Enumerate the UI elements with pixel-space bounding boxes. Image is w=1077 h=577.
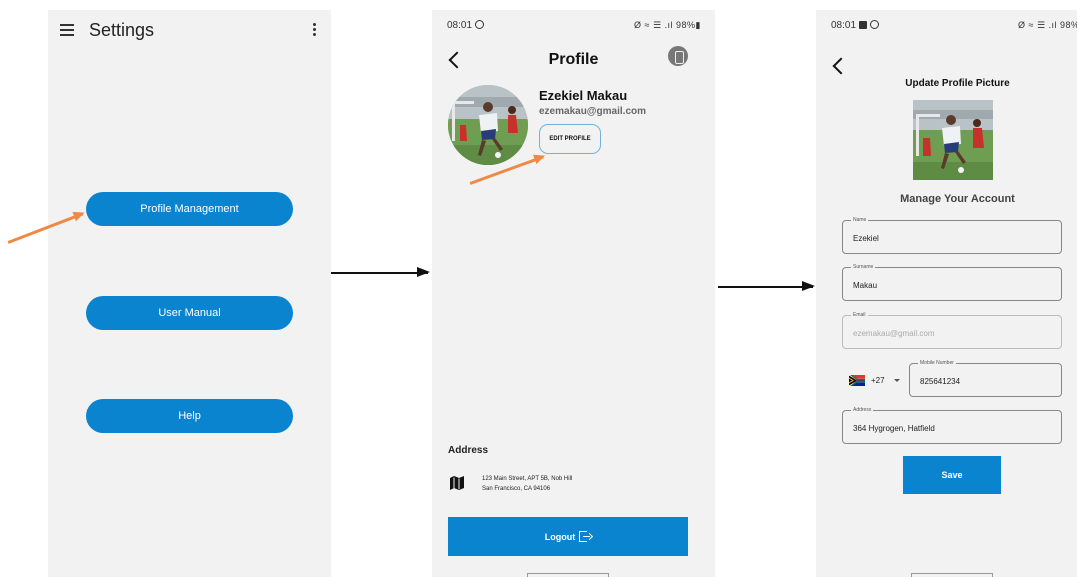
- status-icons: Ø ≈ ☰ .ıl 98%▮: [634, 20, 701, 30]
- profile-picture[interactable]: [913, 100, 993, 180]
- edit-profile-button[interactable]: EDIT PROFILE: [539, 124, 601, 154]
- mobile-number-field-value: 825641234: [920, 377, 961, 386]
- dial-code[interactable]: +27: [871, 376, 885, 385]
- football-photo: [913, 100, 993, 180]
- address-field[interactable]: Address 364 Hygrogen, Hatfield: [842, 406, 1062, 444]
- address-line-2: San Francisco, CA 94106: [482, 486, 551, 492]
- map-icon: [450, 476, 464, 490]
- status-bar: 08:01 Ø ≈ ☰ .ıl 98%▮: [432, 10, 715, 40]
- phone-icon[interactable]: [668, 46, 688, 66]
- name-field-label: Name: [851, 216, 869, 224]
- update-profile-screen: 08:01 Ø ≈ ☰ .ıl 98%▮ Update Profile Pict…: [816, 10, 1077, 577]
- status-bar: 08:01 Ø ≈ ☰ .ıl 98%▮: [816, 10, 1077, 40]
- profile-screen: 08:01 Ø ≈ ☰ .ıl 98%▮ Profile Ezekiel Mak…: [432, 10, 715, 577]
- profile-email: ezemakau@gmail.com: [539, 106, 647, 117]
- help-button[interactable]: Help: [86, 399, 293, 433]
- flow-arrow-2: [718, 282, 815, 290]
- south-africa-flag-icon[interactable]: [849, 375, 865, 386]
- update-picture-heading[interactable]: Update Profile Picture: [816, 78, 1077, 89]
- dropdown-arrow-icon[interactable]: [894, 379, 900, 382]
- status-icons: Ø ≈ ☰ .ıl 98%▮: [1018, 20, 1077, 30]
- manage-account-heading: Manage Your Account: [900, 193, 1015, 205]
- gallery-icon: [859, 21, 868, 29]
- back-chevron-icon[interactable]: [832, 57, 850, 75]
- whatsapp-icon: [475, 20, 485, 29]
- profile-name: Ezekiel Makau: [539, 88, 628, 103]
- name-field[interactable]: Name Ezekiel: [842, 216, 1062, 254]
- hamburger-menu-icon[interactable]: [60, 24, 74, 36]
- logout-label: Logout: [544, 531, 576, 542]
- flow-arrow-1: [331, 268, 430, 276]
- address-heading: Address: [448, 445, 489, 456]
- email-field-label: Email: [851, 311, 868, 319]
- address-field-label: Address: [851, 406, 874, 414]
- status-time: 08:01: [831, 20, 880, 31]
- mobile-number-field[interactable]: Mobile Number 825641234: [909, 359, 1062, 397]
- logout-icon: [579, 531, 593, 542]
- more-vert-icon[interactable]: [313, 23, 317, 37]
- football-photo: [448, 85, 528, 165]
- surname-field-value: Makau: [853, 281, 878, 290]
- logout-button[interactable]: Logout: [448, 517, 688, 556]
- surname-field-label: Surname: [851, 263, 876, 271]
- address-text: 123 Main Street, APT 5B, Nob Hill San Fr…: [482, 474, 572, 494]
- avatar: [448, 85, 528, 165]
- whatsapp-icon: [870, 20, 880, 29]
- mobile-number-field-label: Mobile Number: [918, 359, 956, 367]
- settings-screen: Settings Profile Management User Manual …: [48, 10, 331, 577]
- flow-diagram: Settings Profile Management User Manual …: [0, 0, 1077, 577]
- address-field-value: 364 Hygrogen, Hatfield: [853, 424, 935, 433]
- app-bar: Settings: [48, 10, 331, 52]
- profile-management-button[interactable]: Profile Management: [86, 192, 293, 226]
- page-title: Settings: [89, 20, 155, 40]
- save-button[interactable]: Save: [903, 456, 1001, 494]
- email-field: Email ezemakau@gmail.com: [842, 311, 1062, 349]
- surname-field[interactable]: Surname Makau: [842, 263, 1062, 301]
- email-field-value: ezemakau@gmail.com: [853, 329, 935, 338]
- address-line-1: 123 Main Street, APT 5B, Nob Hill: [482, 476, 573, 482]
- home-indicator: [527, 573, 609, 577]
- home-indicator: [911, 573, 993, 577]
- name-field-value: Ezekiel: [853, 234, 879, 243]
- user-manual-button[interactable]: User Manual: [86, 296, 293, 330]
- status-time: 08:01: [447, 20, 485, 31]
